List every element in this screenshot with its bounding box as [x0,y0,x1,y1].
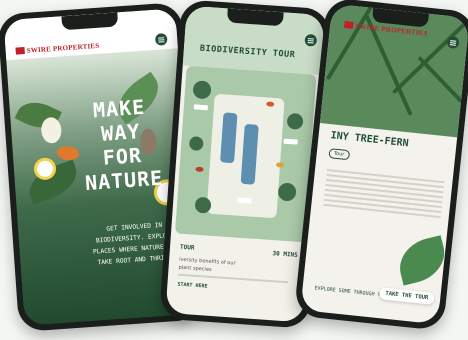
species-description [323,166,445,221]
butterfly-icon [56,145,80,161]
tour-label: TOUR [179,243,195,252]
tree-icon [277,182,297,202]
bird-icon[interactable] [195,166,204,173]
species-title: INY TREE-FERN [330,130,410,150]
headline-line: NATURE [84,165,164,196]
tree-icon [188,136,204,152]
audio-tour-button[interactable]: Tour [328,148,350,161]
tour-description: iversity benefits of our plant species [178,256,289,286]
map-marker[interactable] [237,197,252,204]
fern-frond [417,55,468,117]
tree-icon [192,80,212,100]
map-marker[interactable] [193,104,209,111]
take-the-tour-button[interactable]: TAKE THE TOUR [378,287,435,305]
magnolia-icon [40,116,63,144]
map-marker[interactable] [283,138,298,145]
hero-headline: MAKE WAY FOR NATURE [79,94,164,195]
tour-duration: 30 MINS [272,250,298,259]
butterfly-icon[interactable] [275,162,285,168]
start-here-link[interactable]: START HERE [177,282,207,290]
tree-icon [286,112,304,130]
tour-map[interactable] [174,65,317,243]
leaf-illustration [394,235,451,286]
butterfly-icon[interactable] [266,101,275,107]
species-detail-screen: SWIRE PROPERTIES INY TREE-FERN Tour EXPL… [300,3,468,325]
